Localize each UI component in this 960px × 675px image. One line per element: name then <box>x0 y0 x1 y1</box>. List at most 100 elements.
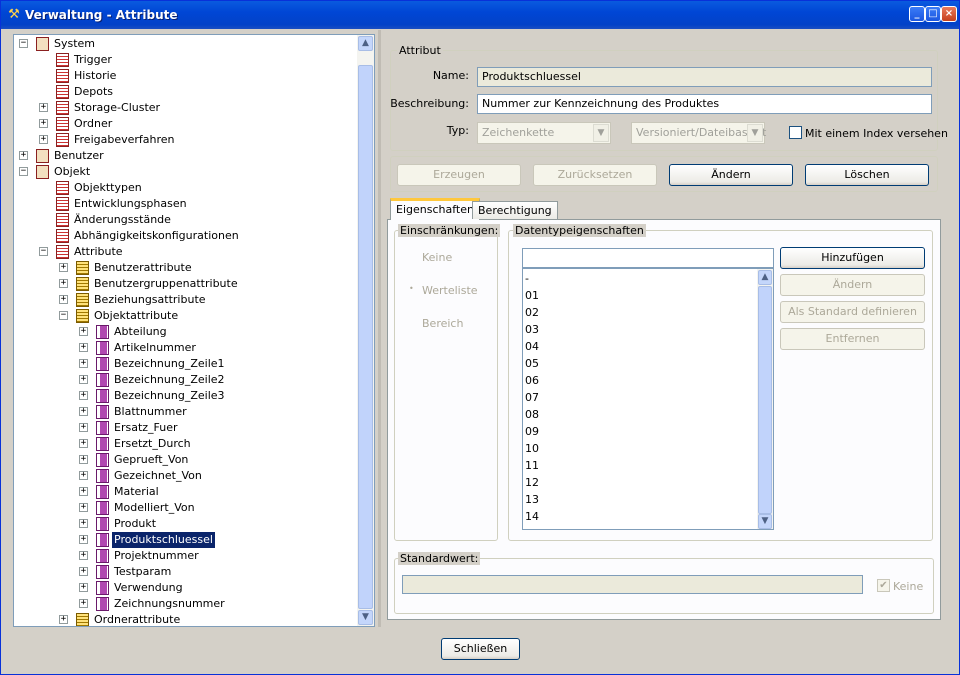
expand-icon[interactable]: + <box>79 487 88 496</box>
expand-icon[interactable]: + <box>59 263 68 272</box>
panel-splitter[interactable] <box>378 30 381 627</box>
tree-item[interactable]: Abhängigkeitskonfigurationen <box>14 228 358 244</box>
expand-icon[interactable]: + <box>79 471 88 480</box>
expand-icon[interactable]: + <box>79 423 88 432</box>
list-item[interactable]: 14 <box>525 508 539 525</box>
chevron-down-icon[interactable]: ▼ <box>593 124 609 142</box>
scroll-up-icon[interactable]: ▲ <box>758 270 772 285</box>
radio-werteliste[interactable]: Werteliste <box>422 284 478 297</box>
title-bar[interactable]: ⚒ Verwaltung - Attribute _ □ × <box>1 1 959 29</box>
list-item[interactable]: - <box>525 270 529 287</box>
list-item[interactable]: 06 <box>525 372 539 389</box>
add-value-button[interactable]: Hinzufügen <box>780 247 925 269</box>
tree-item[interactable]: + Abteilung <box>14 324 358 340</box>
tree-item[interactable]: + Beziehungsattribute <box>14 292 358 308</box>
value-list[interactable]: ▲ ▼ -01 02 03 04 05 06 07 08 09 10 11 12 13 14 <box>522 268 774 530</box>
list-item[interactable]: 01 <box>525 287 539 304</box>
tree-item[interactable]: Depots <box>14 84 358 100</box>
tree-item[interactable]: + Benutzergruppenattribute <box>14 276 358 292</box>
maximize-button[interactable]: □ <box>925 6 941 22</box>
radio-bereich[interactable]: Bereich <box>422 317 463 330</box>
remove-value-button[interactable]: Entfernen <box>780 328 925 350</box>
close-window-button[interactable]: × <box>941 6 957 22</box>
attribute-tree[interactable]: ▲ ▼ − System Trigger Historie Depots + Storage… <box>13 34 375 627</box>
tab-berechtigung[interactable]: Berechtigung <box>472 201 558 219</box>
expand-icon[interactable]: + <box>79 359 88 368</box>
expand-icon[interactable]: + <box>19 151 28 160</box>
tree-item[interactable]: + Geprueft_Von <box>14 452 358 468</box>
change-button[interactable]: Ändern <box>669 164 793 186</box>
delete-button[interactable]: Löschen <box>805 164 929 186</box>
minimize-button[interactable]: _ <box>909 6 925 22</box>
change-value-button[interactable]: Ändern <box>780 274 925 296</box>
tree-item[interactable]: + Gezeichnet_Von <box>14 468 358 484</box>
tree-item[interactable]: + Produkt <box>14 516 358 532</box>
tree-item[interactable]: + Bezeichnung_Zeile3 <box>14 388 358 404</box>
expand-icon[interactable]: + <box>79 583 88 592</box>
checkmark-icon[interactable]: ✔ <box>877 579 890 592</box>
expand-icon[interactable]: + <box>79 551 88 560</box>
list-item[interactable]: 05 <box>525 355 539 372</box>
tree-item[interactable]: + Ordnerattribute <box>14 612 358 626</box>
tree-item[interactable]: + Bezeichnung_Zeile1 <box>14 356 358 372</box>
list-item[interactable]: 13 <box>525 491 539 508</box>
scroll-down-icon[interactable]: ▼ <box>758 514 772 529</box>
expand-icon[interactable]: + <box>59 615 68 624</box>
create-button[interactable]: Erzeugen <box>397 164 521 186</box>
expand-icon[interactable]: + <box>79 391 88 400</box>
tree-item[interactable]: − System <box>14 36 358 52</box>
collapse-icon[interactable]: − <box>19 39 28 48</box>
list-item[interactable]: 04 <box>525 338 539 355</box>
list-item[interactable]: 09 <box>525 423 539 440</box>
tree-item[interactable]: + Storage-Cluster <box>14 100 358 116</box>
expand-icon[interactable]: + <box>79 375 88 384</box>
tree-item[interactable]: + Ordner <box>14 116 358 132</box>
tree-item[interactable]: + Verwendung <box>14 580 358 596</box>
radio-keine[interactable]: Keine <box>422 251 452 264</box>
expand-icon[interactable]: + <box>39 135 48 144</box>
tree-item[interactable]: + Benutzer <box>14 148 358 164</box>
list-item[interactable]: 08 <box>525 406 539 423</box>
tab-eigenschaften[interactable]: Eigenschaften <box>390 198 480 220</box>
tree-item[interactable]: − Objektattribute <box>14 308 358 324</box>
list-scrollbar[interactable]: ▲ ▼ <box>757 269 773 529</box>
tree-item[interactable]: + Projektnummer <box>14 548 358 564</box>
tree-item[interactable]: + Benutzerattribute <box>14 260 358 276</box>
list-item[interactable]: 02 <box>525 304 539 321</box>
expand-icon[interactable]: + <box>79 439 88 448</box>
scroll-thumb[interactable] <box>358 65 373 609</box>
expand-icon[interactable]: + <box>79 407 88 416</box>
expand-icon[interactable]: + <box>79 327 88 336</box>
expand-icon[interactable]: + <box>79 567 88 576</box>
expand-icon[interactable]: + <box>79 343 88 352</box>
expand-icon[interactable]: + <box>39 103 48 112</box>
expand-icon[interactable]: + <box>39 119 48 128</box>
expand-icon[interactable]: + <box>79 535 88 544</box>
tree-item[interactable]: + Material <box>14 484 358 500</box>
expand-icon[interactable]: + <box>79 503 88 512</box>
tree-item[interactable]: + Ersetzt_Durch <box>14 436 358 452</box>
tree-item[interactable]: Trigger <box>14 52 358 68</box>
tree-item[interactable]: + Testparam <box>14 564 358 580</box>
tree-item[interactable]: Historie <box>14 68 358 84</box>
reset-button[interactable]: Zurücksetzen <box>533 164 657 186</box>
name-field[interactable]: Produktschluessel <box>477 67 932 87</box>
tree-item[interactable]: + Blattnummer <box>14 404 358 420</box>
expand-icon[interactable]: + <box>79 455 88 464</box>
tree-item[interactable]: + Ersatz_Fuer <box>14 420 358 436</box>
list-item[interactable]: 12 <box>525 474 539 491</box>
scroll-down-icon[interactable]: ▼ <box>358 610 373 625</box>
list-item[interactable]: 10 <box>525 440 539 457</box>
expand-icon[interactable]: + <box>59 279 68 288</box>
close-button[interactable]: Schließen <box>441 638 520 660</box>
scroll-up-icon[interactable]: ▲ <box>358 36 373 51</box>
tree-item[interactable]: − Attribute <box>14 244 358 260</box>
tree-item[interactable]: + Zeichnungsnummer <box>14 596 358 612</box>
scroll-thumb[interactable] <box>758 286 772 514</box>
tree-item[interactable]: Objekttypen <box>14 180 358 196</box>
tree-item[interactable]: + Produktschluessel <box>14 531 358 549</box>
type-select[interactable]: Zeichenkette ▼ <box>477 122 611 144</box>
collapse-icon[interactable]: − <box>59 311 68 320</box>
collapse-icon[interactable]: − <box>19 167 28 176</box>
expand-icon[interactable]: + <box>59 295 68 304</box>
